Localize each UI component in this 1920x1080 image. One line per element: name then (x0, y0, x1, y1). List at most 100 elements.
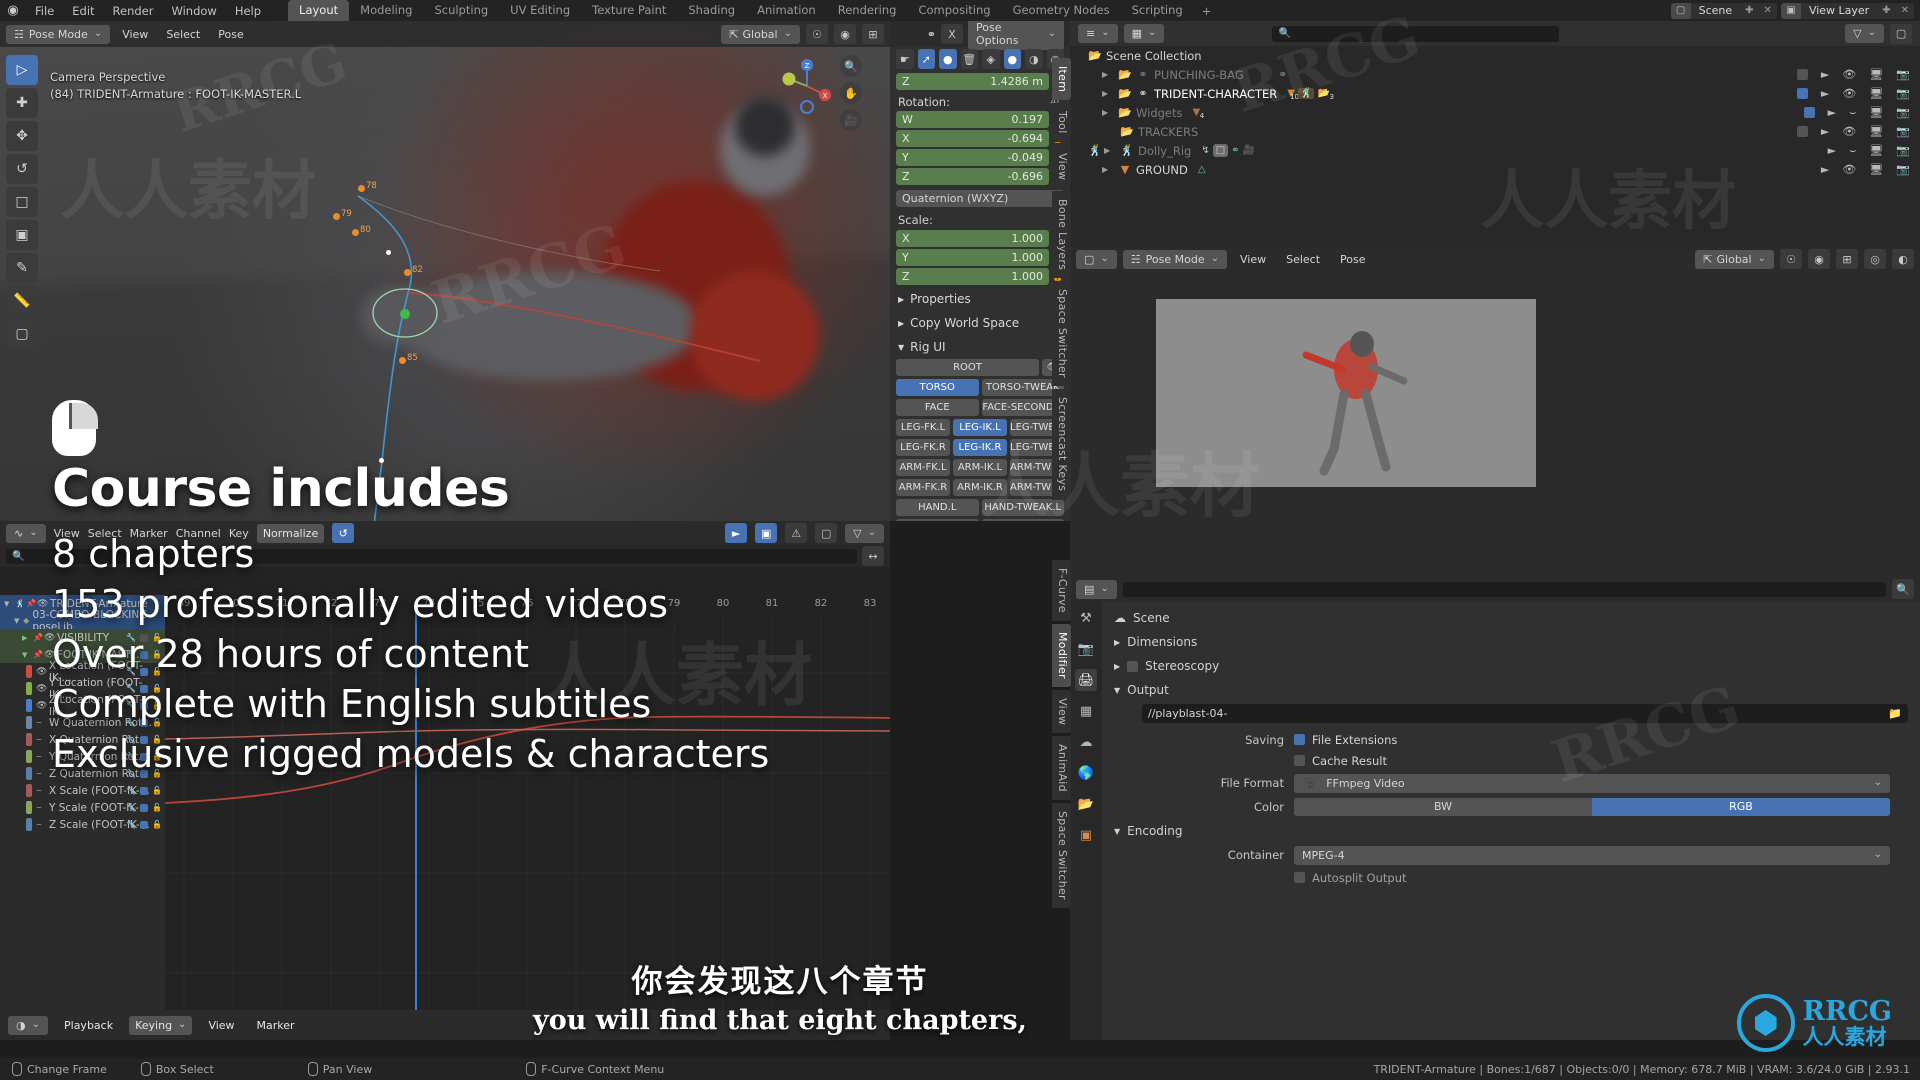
eye-closed-icon[interactable]: ⌣ (36, 769, 49, 779)
tab-scene[interactable]: ☁ (1075, 731, 1097, 753)
scale-x-field[interactable]: X 1.000 (896, 230, 1049, 247)
playhead[interactable] (415, 613, 417, 1010)
modifier-icon[interactable]: 🔧 (126, 769, 136, 778)
outliner-row-trident-character[interactable]: ▶ 📂 ⚭ TRIDENT-CHARACTER ▼ 10 🕺 📂 3 ► 👁 🖥 📷 (1070, 84, 1920, 103)
workspace-tab-uv-editing[interactable]: UV Editing (499, 0, 581, 21)
add-cube-tool[interactable]: ▢ (6, 319, 38, 349)
annotate-tool[interactable]: ✎ (6, 253, 38, 283)
rig-button-leg-ik-r[interactable]: LEG-IK.R (953, 439, 1007, 456)
graph-menu-key[interactable]: Key (229, 527, 249, 540)
sidebar-tab-view[interactable]: View (1052, 144, 1071, 189)
rotation-mode-row[interactable]: Quaternion (WXYZ) (896, 190, 1064, 207)
rig-button-torso[interactable]: TORSO (896, 379, 979, 396)
enable-checkbox[interactable] (140, 769, 149, 778)
move-tool[interactable]: ✥ (6, 121, 38, 151)
pose-mode-icon[interactable]: ➚ (917, 49, 935, 69)
only-errors-icon[interactable]: ⚠ (785, 523, 808, 543)
channel-row-fcurve[interactable]: ⌣ Y Scale (FOOT-IK-... 🔧 🔓 (0, 799, 165, 816)
lock-icon[interactable]: 🔓 (152, 820, 162, 829)
tab-output[interactable]: 🖨 (1075, 669, 1097, 691)
workspace-tab-modeling[interactable]: Modeling (349, 0, 423, 21)
chevron-right-icon[interactable]: ▶ (1102, 89, 1116, 98)
menu-render[interactable]: Render (104, 4, 163, 18)
preview-menu-pose[interactable]: Pose (1333, 253, 1372, 266)
workspace-tab-sculpting[interactable]: Sculpting (423, 0, 499, 21)
modifier-icon[interactable]: 🔧 (126, 667, 136, 676)
scale-z-row[interactable]: Z 1.000 🔓 (896, 268, 1064, 285)
rig-button-leg-fk-r[interactable]: LEG-FK.R (896, 439, 950, 456)
autosplit-checkbox[interactable] (1294, 872, 1305, 883)
outliner-id-type-dropdown[interactable]: ▦ (1123, 24, 1165, 43)
snap-icon[interactable]: ⚭ (927, 28, 936, 41)
checkbox-exclude[interactable] (1796, 69, 1808, 80)
viewport-menu-pose[interactable]: Pose (212, 28, 249, 41)
select-box-tool[interactable]: ▷ (6, 55, 38, 85)
keyframe-marker[interactable] (404, 269, 411, 276)
eye-icon[interactable]: 👁 (44, 650, 57, 660)
channel-row-action[interactable]: ▼ ◆ 03-COMBO-BLOCKING-poseLib (0, 609, 165, 633)
modifier-icon[interactable]: 🔧 (126, 701, 136, 710)
remove-view-layer-icon[interactable]: ✕ (1896, 5, 1914, 16)
modifier-icon[interactable]: 🔧 (126, 735, 136, 744)
section-stereoscopy[interactable]: ▶ Stereoscopy (1102, 654, 1920, 678)
keying-menu[interactable]: Keying (129, 1015, 193, 1035)
color-option-bw[interactable]: BW (1294, 798, 1592, 816)
lock-icon[interactable]: 🔓 (152, 752, 162, 761)
rotation-y-field[interactable]: Y -0.049 (896, 149, 1049, 166)
frame-ruler[interactable]: 69 70 71 72 73 74 75 76 77 78 79 80 81 8… (165, 595, 890, 613)
new-view-layer-icon[interactable]: ✚ (1877, 5, 1895, 16)
view-menu[interactable]: View (202, 1016, 240, 1035)
graph-tab-animaid[interactable]: AnimAid (1052, 736, 1071, 800)
camera-icon[interactable]: 📷 (1896, 125, 1910, 138)
preview-pivot-icon[interactable]: ⊞ (1836, 249, 1858, 269)
ghost-curves-icon[interactable]: ▢ (815, 523, 838, 543)
cache-result-checkbox[interactable] (1294, 755, 1305, 766)
rotation-x-field[interactable]: X -0.694 (896, 130, 1049, 147)
new-collection-icon[interactable]: ▢ (1890, 23, 1913, 44)
workspace-tab-texture-paint[interactable]: Texture Paint (581, 0, 677, 21)
modifier-icon[interactable]: 🔧 (126, 820, 136, 829)
preview-menu-select[interactable]: Select (1279, 253, 1327, 266)
outliner-row-ground[interactable]: ▶ ▼ GROUND △ ► 👁 🖥 📷 (1070, 160, 1920, 179)
scale-x-row[interactable]: X 1.000 🔓 (896, 230, 1064, 247)
rotate-tool[interactable]: ↺ (6, 154, 38, 184)
outliner-row-trackers[interactable]: 📂 TRACKERS ► 👁 🖥 📷 (1070, 122, 1920, 141)
camera-icon[interactable]: 📷 (1896, 68, 1910, 81)
channel-row-group-visibility[interactable]: ▶ 📌 👁 VISIBILITY 🔧 🔓 (0, 629, 165, 646)
add-workspace-button[interactable]: + (1194, 1, 1220, 21)
modifier-icon[interactable]: 🔧 (126, 752, 136, 761)
preview-editor-type-dropdown[interactable]: ▢ (1076, 249, 1117, 269)
rig-button-arm-fk-r[interactable]: ARM-FK.R (896, 479, 950, 496)
camera-preview-viewport[interactable]: ▢ ☵ Pose Mode View Select Pose ⇱ Global … (1070, 247, 1920, 577)
screen-icon[interactable]: 🖥 (1869, 125, 1883, 138)
workspace-tab-layout[interactable]: Layout (288, 0, 350, 21)
checkbox-exclude[interactable] (1803, 107, 1815, 118)
preview-gizmo-icon[interactable]: ◎ (1864, 249, 1886, 269)
graph-filter-dropdown[interactable]: ▽ (845, 523, 884, 543)
bone-display-icon[interactable]: ● (939, 49, 957, 69)
transform-orientation-selector[interactable]: ⇱ Global (721, 24, 800, 44)
modifier-icon[interactable]: 🔧 (126, 650, 136, 659)
resize-handle-icon[interactable]: ↔ (862, 546, 884, 566)
playback-menu[interactable]: Playback (58, 1016, 119, 1035)
enable-checkbox[interactable] (140, 718, 149, 727)
chevron-right-icon[interactable]: ▶ (1102, 70, 1116, 79)
sidebar-tab-space-switcher[interactable]: Space Switcher (1052, 281, 1071, 387)
camera-icon[interactable]: 📷 (1896, 163, 1910, 176)
cursor-icon[interactable]: ► (1821, 68, 1829, 81)
tab-render[interactable]: 📷 (1075, 638, 1097, 660)
pose-library-icon[interactable]: ☛ (896, 49, 914, 69)
properties-search-input[interactable] (1122, 581, 1886, 597)
outliner-row-widgets[interactable]: ▶ 📂 Widgets ▼ 4 ► ⌣ 🖥 📷 (1070, 103, 1920, 122)
channel-row-fcurve[interactable]: 👁 Z Location (FOOT-IK-... 🔧 🔓 (0, 694, 165, 718)
lock-icon[interactable]: 🔓 (152, 701, 162, 710)
enable-checkbox[interactable] (140, 803, 149, 812)
panel-copy-world-space[interactable]: ▶ Copy World Space (890, 311, 1070, 335)
lock-icon[interactable]: 🔓 (152, 786, 162, 795)
viewport-menu-view[interactable]: View (116, 28, 154, 41)
screen-icon[interactable]: 🖥 (1869, 87, 1883, 100)
properties-editor[interactable]: ▤ 🔍 ⚒ 📷 🖨 ▦ ☁ 🌎 📂 ▣ ☁ Scene ▶ Dimensions (1070, 577, 1920, 1040)
eye-closed-icon[interactable]: ⌣ (36, 718, 49, 728)
enable-checkbox[interactable] (140, 667, 149, 676)
rig-button-hand-l[interactable]: HAND.L (896, 499, 979, 516)
